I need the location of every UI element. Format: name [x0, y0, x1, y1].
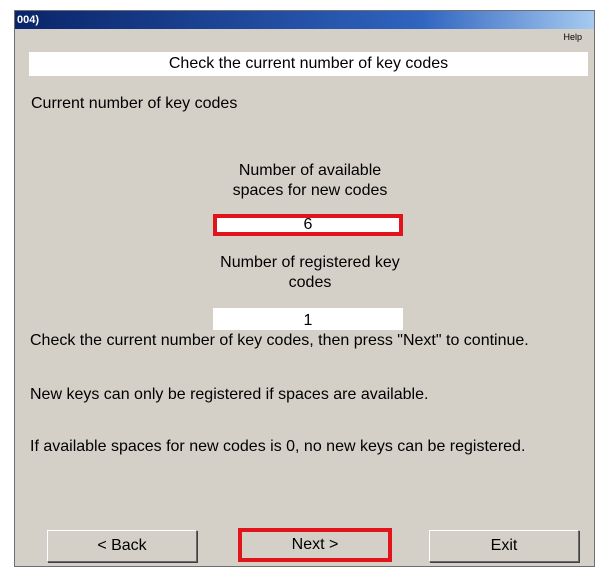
- instruction-continue: Check the current number of key codes, t…: [30, 332, 529, 349]
- available-spaces-value: 6: [213, 214, 403, 236]
- window-title: 004): [17, 14, 40, 26]
- instruction-zero-spaces: If available spaces for new codes is 0, …: [30, 438, 526, 455]
- available-spaces-label: Number of available spaces for new codes: [232, 162, 388, 199]
- exit-button[interactable]: Exit: [429, 530, 579, 562]
- title-bar[interactable]: 004): [15, 11, 594, 29]
- next-button[interactable]: Next >: [238, 528, 392, 562]
- back-button[interactable]: < Back: [47, 530, 197, 562]
- key-code-dialog: 004) Help Check the current number of ke…: [14, 10, 595, 567]
- registered-codes-value: 1: [213, 308, 403, 330]
- help-menu[interactable]: Help: [563, 32, 582, 42]
- instruction-spaces-available: New keys can only be registered if space…: [30, 386, 429, 403]
- registered-codes-label: Number of registered key codes: [220, 254, 400, 291]
- menu-bar: Help: [15, 29, 594, 46]
- page-title: Check the current number of key codes: [29, 52, 588, 76]
- section-label: Current number of key codes: [31, 95, 238, 112]
